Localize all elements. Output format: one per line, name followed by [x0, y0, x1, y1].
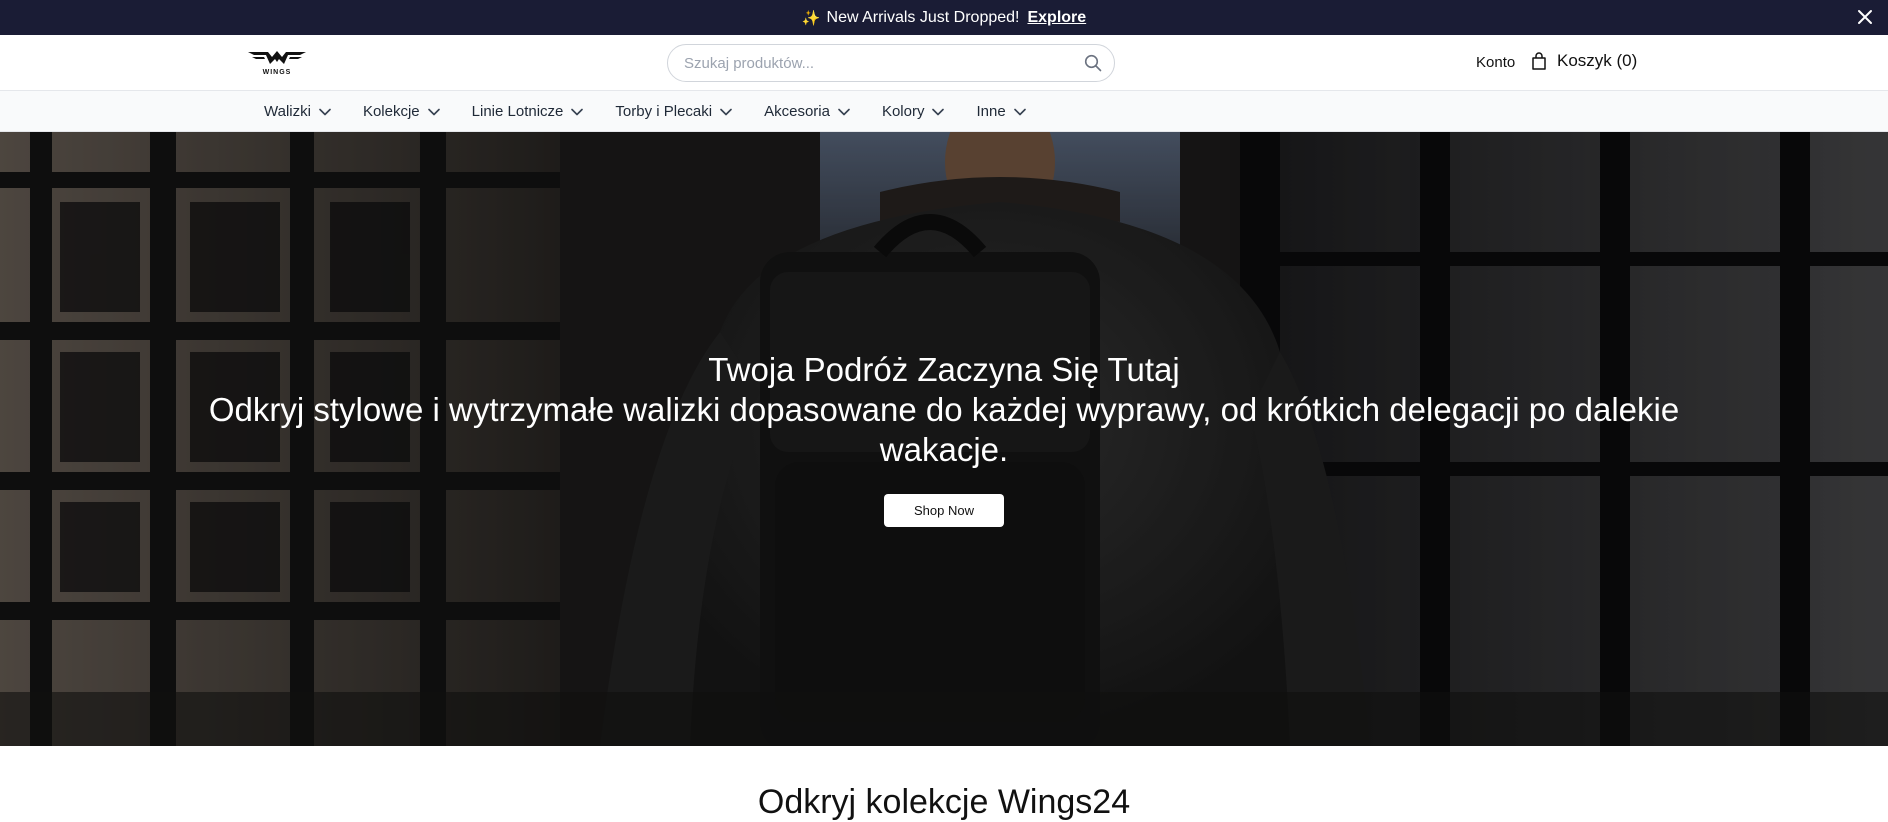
logo-text: WINGS	[262, 69, 292, 76]
hero-subtitle: Odkryj stylowe i wytrzymałe walizki dopa…	[208, 391, 1680, 468]
nav-item-label: Kolekcje	[362, 103, 420, 120]
search-icon[interactable]	[1084, 54, 1102, 72]
nav-item-kolekcje[interactable]: Kolekcje	[363, 103, 440, 120]
nav-item-label: Akcesoria	[764, 103, 830, 120]
account-link[interactable]: Konto	[1476, 54, 1515, 71]
nav-item-label: Inne	[976, 103, 1006, 120]
hero-banner: Twoja Podróż Zaczyna Się Tutaj Odkryj st…	[0, 132, 1888, 746]
close-icon[interactable]	[1856, 8, 1874, 26]
chevron-down-icon	[319, 108, 331, 115]
chevron-down-icon	[427, 108, 440, 115]
nav-item-akcesoria[interactable]: Akcesoria	[764, 103, 850, 120]
main-nav: Walizki Kolekcje Linie Lotnicze Torby i …	[0, 91, 1888, 132]
wings-logo[interactable]: WINGS	[248, 49, 306, 77]
shopping-bag-icon	[1532, 52, 1546, 70]
search-input[interactable]	[684, 45, 1074, 81]
explore-link[interactable]: Explore	[1027, 9, 1086, 27]
nav-item-torby-i-plecaki[interactable]: Torby i Plecaki	[615, 103, 732, 120]
wings-logo-icon	[248, 51, 306, 64]
hero-title: Twoja Podróż Zaczyna Się Tutaj	[708, 351, 1180, 388]
nav-item-kolory[interactable]: Kolory	[882, 103, 945, 120]
nav-item-inne[interactable]: Inne	[976, 103, 1026, 120]
chevron-down-icon	[1013, 108, 1026, 115]
search-bar	[667, 44, 1115, 82]
cart-label: Koszyk (0)	[1557, 51, 1638, 70]
chevron-down-icon	[571, 108, 584, 115]
announcement-bar: ✨ New Arrivals Just Dropped! Explore	[0, 0, 1888, 35]
cart-button[interactable]: Koszyk (0)	[1531, 51, 1637, 71]
nav-item-label: Linie Lotnicze	[471, 103, 564, 120]
nav-item-walizki[interactable]: Walizki	[264, 103, 331, 120]
shop-now-button[interactable]: Shop Now	[884, 494, 1004, 527]
chevron-down-icon	[838, 108, 850, 115]
chevron-down-icon	[720, 108, 732, 115]
nav-item-linie-lotnicze[interactable]: Linie Lotnicze	[472, 103, 584, 120]
nav-item-label: Torby i Plecaki	[615, 103, 713, 120]
collections-title: Odkryj kolekcje Wings24	[757, 783, 1131, 821]
site-header: WINGS Konto Koszyk (0)	[0, 35, 1888, 91]
nav-item-label: Kolory	[881, 103, 925, 120]
sparkles-icon: ✨	[801, 9, 821, 27]
announcement-message: New Arrivals Just Dropped!	[826, 8, 1020, 26]
nav-item-label: Walizki	[264, 103, 311, 120]
chevron-down-icon	[932, 108, 945, 115]
